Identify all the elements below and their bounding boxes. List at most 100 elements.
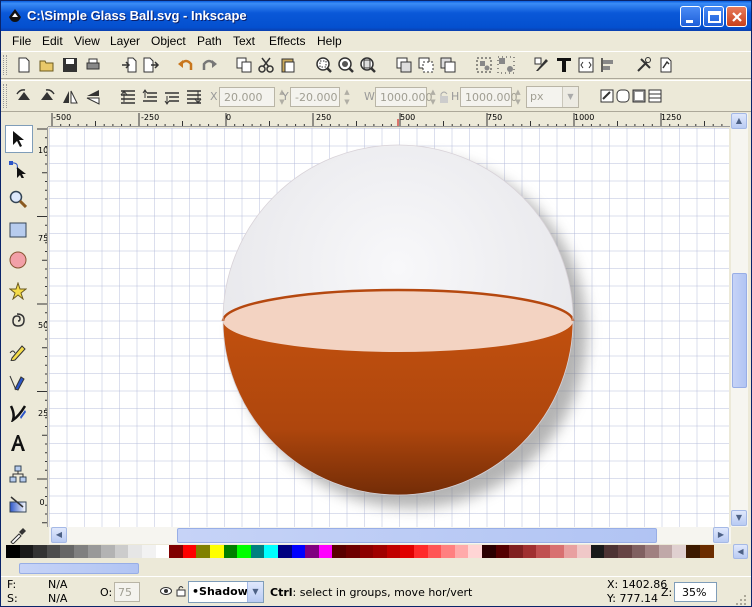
color-swatch[interactable] [19,545,34,558]
color-swatch[interactable] [223,545,238,558]
scroll-up-arrow-icon[interactable]: ▲ [731,113,747,129]
color-swatch[interactable] [631,545,646,558]
width-input[interactable]: 1000.000 [375,87,433,107]
ungroup-icon[interactable] [497,56,515,74]
connector-tool[interactable] [5,461,33,489]
transform-patterns-icon[interactable] [648,89,662,103]
star-tool[interactable] [5,278,33,306]
color-swatch[interactable] [441,545,456,558]
color-swatch[interactable] [142,545,156,558]
zoom-tool[interactable] [5,186,33,214]
save-icon[interactable] [61,56,79,74]
menu-layer[interactable]: Layer [110,34,140,48]
color-swatch[interactable] [359,545,374,558]
lock-ratio-icon[interactable] [438,90,450,104]
raise-to-top-icon[interactable] [119,88,137,106]
calligraphy-tool[interactable] [5,400,33,428]
color-swatch[interactable] [278,545,292,558]
toolbar-grip[interactable] [3,55,7,75]
dropper-tool[interactable] [5,522,33,544]
new-document-icon[interactable] [15,56,33,74]
selector-tool[interactable] [5,125,33,153]
color-swatch[interactable] [618,545,632,558]
group-icon[interactable] [475,56,493,74]
color-swatch[interactable] [182,545,197,558]
color-swatch[interactable] [74,545,88,558]
color-swatch[interactable] [427,545,442,558]
scale-corners-icon[interactable] [616,89,630,103]
color-swatch[interactable] [373,545,388,558]
color-swatch[interactable] [386,545,401,558]
horizontal-scroll-thumb[interactable] [177,528,657,543]
menu-edit[interactable]: Edit [42,34,63,48]
node-tool[interactable] [5,156,33,184]
ellipse-tool[interactable] [5,247,33,275]
palette-scroll-thumb[interactable] [19,563,139,574]
pencil-tool[interactable] [5,339,33,367]
zoom-drawing-icon[interactable] [337,56,355,74]
color-swatch[interactable] [699,545,714,558]
fill-stroke-icon[interactable] [533,56,551,74]
vertical-scrollbar[interactable]: ▲ ▼ [731,113,748,527]
menu-effects[interactable]: Effects [269,34,305,48]
redo-icon[interactable] [200,56,218,74]
duplicate-icon[interactable] [395,56,413,74]
text-font-icon[interactable] [555,56,573,74]
document-properties-icon[interactable] [657,56,675,74]
opacity-spinbox[interactable]: 75 [114,582,140,602]
clone-icon[interactable] [417,56,435,74]
zoom-field[interactable]: 35% [674,582,717,602]
lock-icon[interactable] [176,585,186,597]
color-swatch[interactable] [604,545,619,558]
menu-view[interactable]: View [74,34,100,48]
color-swatch[interactable] [686,545,700,558]
menu-path[interactable]: Path [197,34,222,48]
toolbar-grip[interactable] [3,84,7,108]
menu-object[interactable]: Object [151,34,186,48]
scroll-right-arrow-icon[interactable]: ▶ [713,527,729,543]
color-swatch[interactable] [577,545,592,558]
color-swatch[interactable] [318,545,333,558]
preferences-icon[interactable] [635,56,653,74]
close-button[interactable] [726,6,747,27]
color-swatch[interactable] [101,545,116,558]
import-icon[interactable] [120,56,138,74]
zoom-selection-icon[interactable] [315,56,333,74]
palette-menu-arrow-icon[interactable]: ◀ [733,544,748,559]
flip-horizontal-icon[interactable] [61,88,79,106]
y-input[interactable]: -20.000 [290,87,340,107]
color-swatch[interactable] [60,545,75,558]
color-swatch[interactable] [332,545,347,558]
horizontal-scrollbar[interactable]: ◀ ▶ [49,527,731,544]
color-swatch[interactable] [590,545,605,558]
scale-stroke-icon[interactable] [600,89,614,103]
color-swatch[interactable] [346,545,360,558]
print-icon[interactable] [84,56,102,74]
color-swatch[interactable] [536,545,551,558]
rectangle-tool[interactable] [5,217,33,245]
menu-text[interactable]: Text [233,34,255,48]
menu-help[interactable]: Help [317,34,342,48]
cut-icon[interactable] [257,56,275,74]
color-swatch[interactable] [128,545,143,558]
lower-icon[interactable] [163,88,181,106]
color-swatch[interactable] [196,545,211,558]
color-swatch[interactable] [414,545,428,558]
height-input[interactable]: 1000.000 [460,87,518,107]
x-input[interactable]: 20.000 [219,87,275,107]
stroke-indicator[interactable]: N/A [48,592,67,605]
color-swatch[interactable] [522,545,537,558]
scroll-down-arrow-icon[interactable]: ▼ [731,510,747,526]
rotate-ccw-icon[interactable] [15,88,33,106]
pen-tool[interactable] [5,369,33,397]
fill-indicator[interactable]: N/A [48,578,67,591]
y-spin-arrows[interactable]: ▲ ▼ [341,87,353,107]
color-swatch[interactable] [454,545,469,558]
height-spin-arrows[interactable]: ▲ ▼ [512,87,524,107]
color-swatch[interactable] [495,545,510,558]
color-swatch[interactable] [264,545,279,558]
layer-select[interactable]: •Shadow ▼ [188,581,264,603]
color-swatch[interactable] [672,545,687,558]
gradient-tool[interactable] [5,491,33,519]
color-swatch[interactable] [46,545,61,558]
